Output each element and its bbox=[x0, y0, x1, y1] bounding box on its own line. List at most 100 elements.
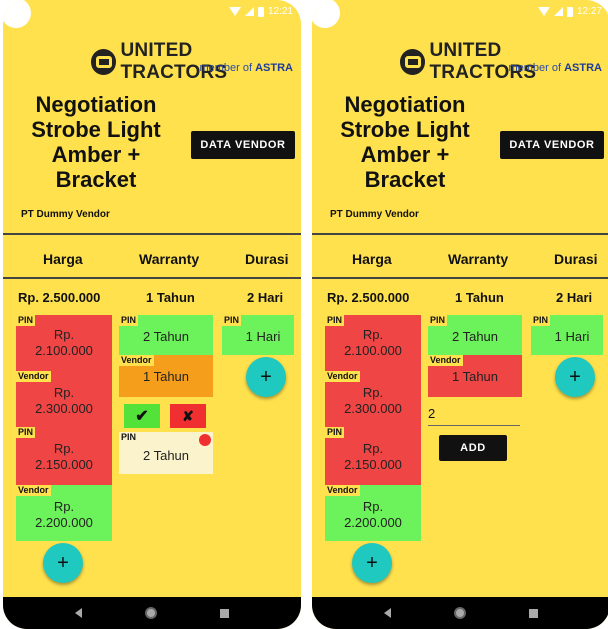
current-durasi: 2 Hari bbox=[247, 290, 284, 305]
page-title: Negotiation Strobe Light Amber + Bracket bbox=[340, 92, 470, 192]
warranty-input[interactable]: 2 bbox=[428, 405, 520, 426]
status-time: 12:21 bbox=[267, 6, 293, 17]
data-vendor-button[interactable]: DATA VENDOR bbox=[500, 131, 604, 159]
offer-tag: PIN bbox=[325, 427, 345, 438]
offer-value: 2 Tahun bbox=[451, 329, 499, 344]
offer-tag: PIN bbox=[531, 315, 551, 326]
brand-member-of: ASTRA bbox=[255, 62, 293, 74]
offer-value: Rp. 2.200.000 bbox=[344, 499, 402, 530]
current-harga: Rp. 2.500.000 bbox=[327, 290, 410, 305]
plus-icon: + bbox=[366, 551, 378, 574]
offer-tag: PIN bbox=[16, 427, 36, 438]
offer-tag: PIN bbox=[119, 315, 139, 326]
add-harga-button[interactable]: + bbox=[352, 543, 392, 583]
offer-value: Rp. 2.300.000 bbox=[344, 385, 402, 416]
offer-value: 2 Tahun bbox=[142, 448, 190, 463]
harga-offer-card[interactable]: PIN Rp. 2.150.000 bbox=[16, 427, 112, 485]
accept-offer-button[interactable]: ✔ bbox=[124, 404, 160, 428]
warranty-pending-card[interactable]: PIN 2 Tahun bbox=[119, 432, 213, 474]
camera-cutout bbox=[312, 0, 340, 28]
current-warranty: 1 Tahun bbox=[146, 290, 195, 305]
add-warranty-button[interactable]: ADD bbox=[439, 435, 507, 461]
home-icon[interactable] bbox=[453, 607, 466, 619]
home-icon[interactable] bbox=[144, 607, 157, 619]
add-durasi-button[interactable]: + bbox=[246, 357, 286, 397]
battery-icon bbox=[257, 6, 264, 17]
warranty-offer-card[interactable]: Vendor 1 Tahun bbox=[119, 355, 213, 397]
brand-emblem-icon bbox=[400, 49, 426, 75]
status-time: 12:27 bbox=[576, 6, 602, 17]
wifi-icon bbox=[537, 7, 550, 16]
recents-icon[interactable] bbox=[220, 608, 230, 618]
offer-value: 1 Hari bbox=[245, 329, 281, 344]
offer-tag: Vendor bbox=[325, 485, 360, 496]
offer-value: 1 Tahun bbox=[142, 369, 190, 384]
brand-member: member of ASTRA bbox=[508, 62, 602, 74]
harga-offer-card[interactable]: PIN Rp. 2.100.000 bbox=[16, 315, 112, 371]
plus-icon: + bbox=[57, 551, 69, 574]
offer-value: 1 Tahun bbox=[451, 369, 499, 384]
column-header-warranty: Warranty bbox=[448, 251, 509, 267]
notification-dot-icon bbox=[199, 434, 211, 446]
offer-value: 1 Hari bbox=[554, 329, 590, 344]
offer-tag: Vendor bbox=[325, 371, 360, 382]
signal-icon bbox=[553, 7, 563, 16]
vendor-name: PT Dummy Vendor bbox=[330, 209, 419, 220]
reject-offer-button[interactable]: ✘ bbox=[170, 404, 206, 428]
divider bbox=[3, 277, 301, 279]
add-harga-button[interactable]: + bbox=[43, 543, 83, 583]
offer-value: 2 Tahun bbox=[142, 329, 190, 344]
recents-icon[interactable] bbox=[529, 608, 539, 618]
wifi-icon bbox=[228, 7, 241, 16]
divider bbox=[312, 277, 608, 279]
camera-cutout bbox=[3, 0, 31, 28]
current-harga: Rp. 2.500.000 bbox=[18, 290, 101, 305]
offer-value: Rp. 2.300.000 bbox=[35, 385, 93, 416]
offer-tag: PIN bbox=[16, 315, 36, 326]
back-icon[interactable] bbox=[383, 608, 391, 618]
harga-offer-card[interactable]: PIN Rp. 2.150.000 bbox=[325, 427, 421, 485]
phone-screen-left: 12:21 UNITED TRACTORS member of ASTRA Ne… bbox=[3, 0, 301, 629]
data-vendor-button[interactable]: DATA VENDOR bbox=[191, 131, 295, 159]
warranty-offer-card[interactable]: PIN 2 Tahun bbox=[428, 315, 522, 355]
check-icon: ✔ bbox=[135, 408, 149, 425]
brand-member-of: ASTRA bbox=[564, 62, 602, 74]
durasi-offer-card[interactable]: PIN 1 Hari bbox=[222, 315, 294, 355]
brand-member: member of ASTRA bbox=[199, 62, 293, 74]
durasi-offer-card[interactable]: PIN 1 Hari bbox=[531, 315, 603, 355]
phone-screen-right: 12:27 UNITED TRACTORS member of ASTRA Ne… bbox=[312, 0, 608, 629]
harga-offer-card[interactable]: Vendor Rp. 2.200.000 bbox=[325, 485, 421, 541]
offer-tag: PIN bbox=[222, 315, 242, 326]
navigation-bar bbox=[312, 597, 608, 629]
add-durasi-button[interactable]: + bbox=[555, 357, 595, 397]
battery-icon bbox=[566, 6, 573, 17]
current-warranty: 1 Tahun bbox=[455, 290, 504, 305]
harga-offer-card[interactable]: Vendor Rp. 2.300.000 bbox=[16, 371, 112, 427]
brand-emblem-icon bbox=[91, 49, 117, 75]
back-icon[interactable] bbox=[74, 608, 82, 618]
warranty-offer-card[interactable]: Vendor 1 Tahun bbox=[428, 355, 522, 397]
offer-tag: Vendor bbox=[119, 355, 154, 366]
offer-value: Rp. 2.150.000 bbox=[35, 441, 93, 472]
offer-value: Rp. 2.100.000 bbox=[344, 327, 402, 358]
offer-value: Rp. 2.100.000 bbox=[35, 327, 93, 358]
harga-offer-card[interactable]: Vendor Rp. 2.200.000 bbox=[16, 485, 112, 541]
brand-member-prefix: member of bbox=[199, 62, 253, 74]
navigation-bar bbox=[3, 597, 301, 629]
harga-offer-card[interactable]: Vendor Rp. 2.300.000 bbox=[325, 371, 421, 427]
current-durasi: 2 Hari bbox=[556, 290, 593, 305]
vendor-name: PT Dummy Vendor bbox=[21, 209, 110, 220]
offer-tag: Vendor bbox=[16, 485, 51, 496]
column-header-harga: Harga bbox=[352, 251, 392, 267]
cross-icon: ✘ bbox=[182, 407, 194, 424]
offer-tag: Vendor bbox=[428, 355, 463, 366]
column-header-durasi: Durasi bbox=[245, 251, 289, 267]
warranty-offer-card[interactable]: PIN 2 Tahun bbox=[119, 315, 213, 355]
status-bar: 12:21 bbox=[3, 0, 301, 28]
harga-offer-card[interactable]: PIN Rp. 2.100.000 bbox=[325, 315, 421, 371]
offer-tag: Vendor bbox=[16, 371, 51, 382]
offer-tag: PIN bbox=[325, 315, 345, 326]
page-title: Negotiation Strobe Light Amber + Bracket bbox=[31, 92, 161, 192]
offer-tag: PIN bbox=[428, 315, 448, 326]
offer-tag: PIN bbox=[121, 432, 137, 442]
